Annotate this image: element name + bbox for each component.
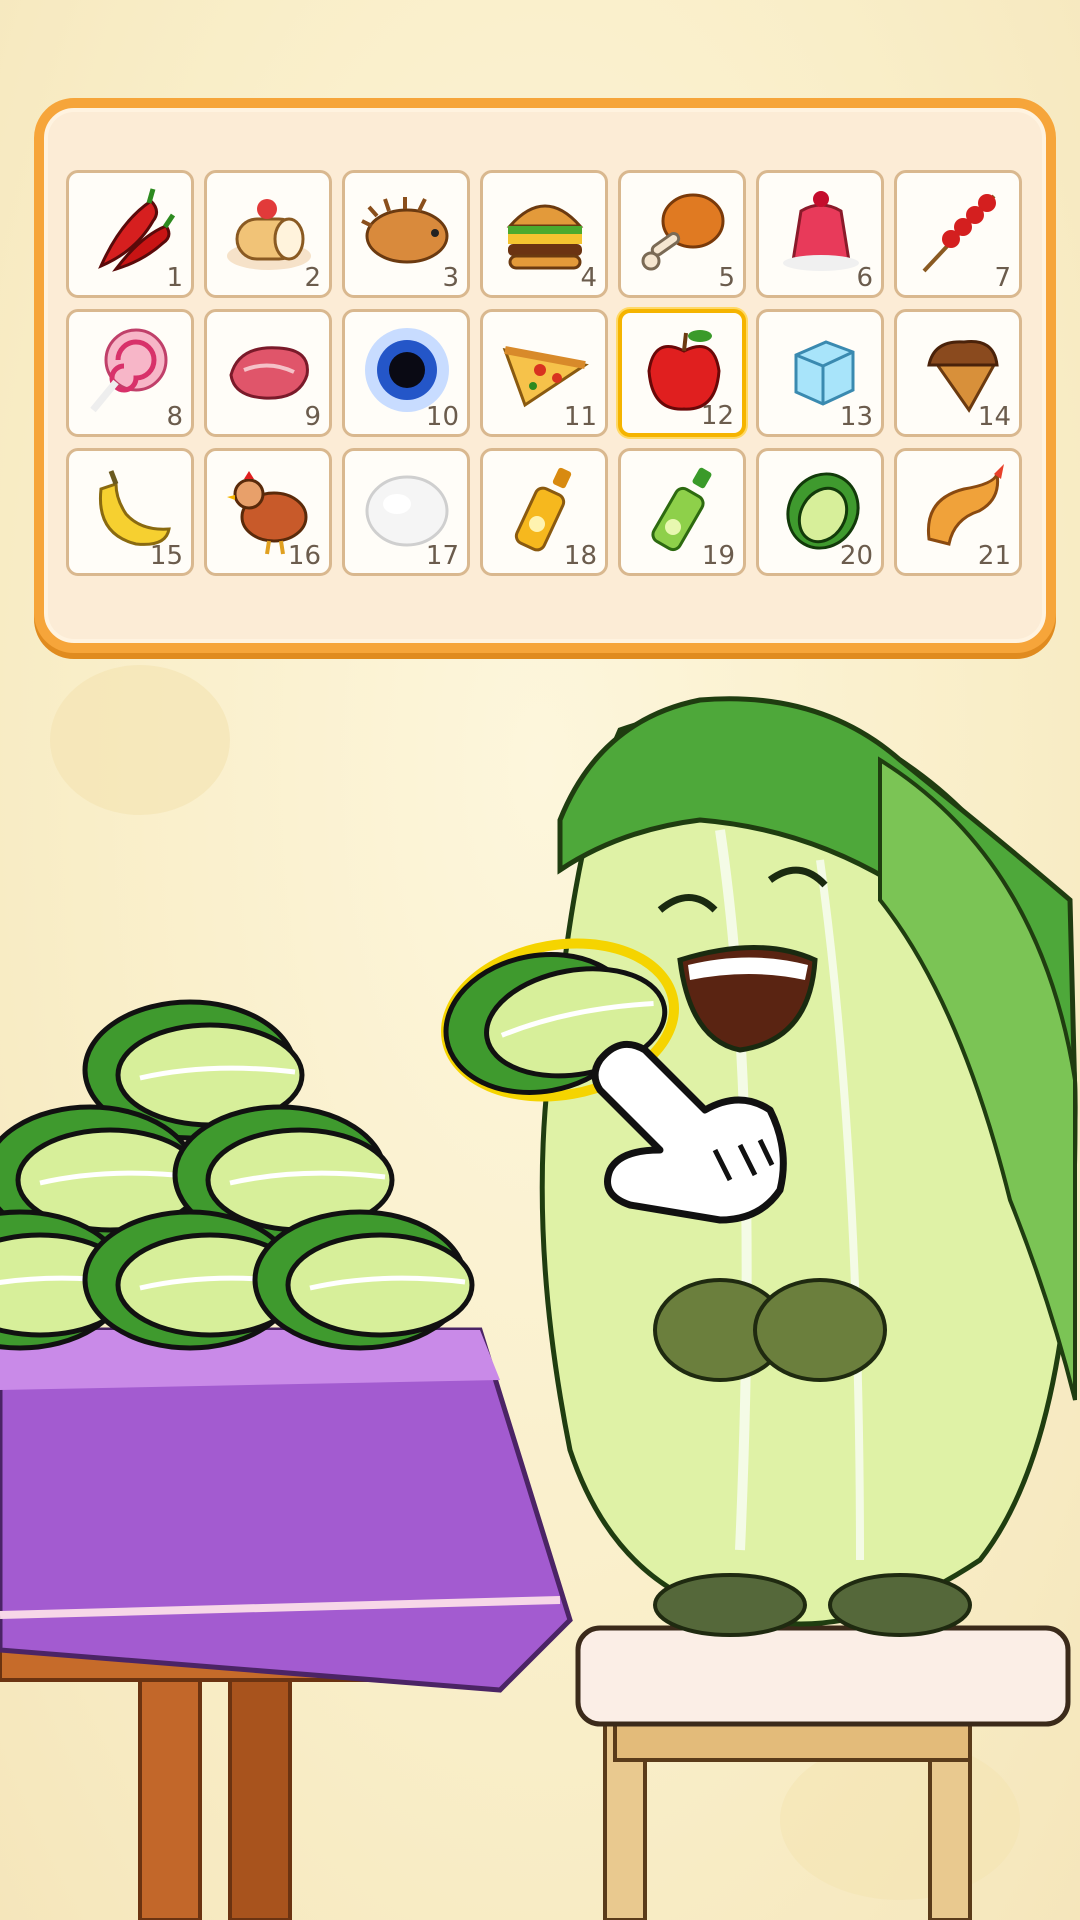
background-stain — [50, 665, 230, 815]
cabbage-pile[interactable] — [0, 999, 475, 1351]
game-scene — [0, 665, 1078, 1920]
food-table — [0, 1327, 573, 1920]
background-stain-2 — [780, 1740, 1020, 1900]
